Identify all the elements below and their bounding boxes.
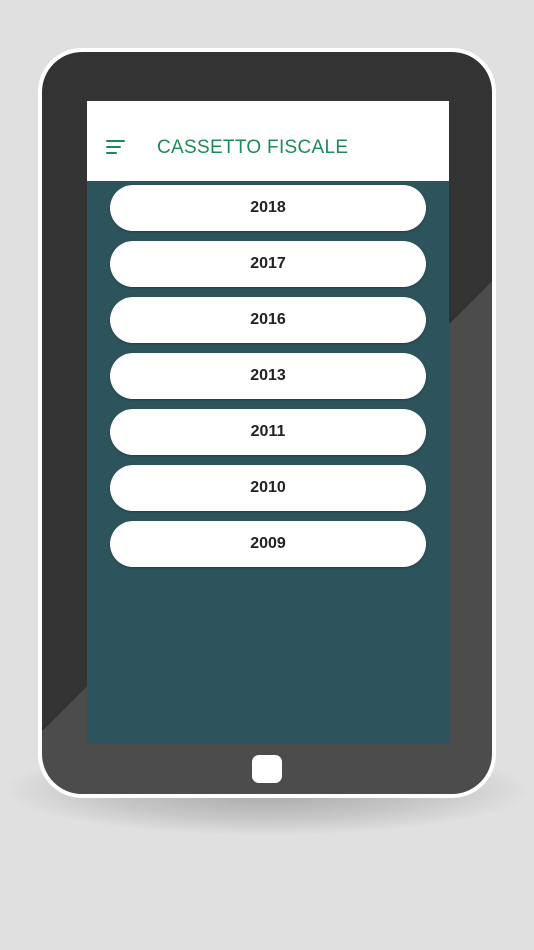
year-button-2013[interactable]: 2013 — [110, 353, 426, 399]
home-button[interactable] — [252, 755, 282, 783]
year-button-2016[interactable]: 2016 — [110, 297, 426, 343]
hamburger-menu-icon[interactable] — [106, 140, 125, 154]
app-title: CASSETTO FISCALE — [157, 137, 349, 158]
year-button-2018[interactable]: 2018 — [110, 185, 426, 231]
page: CASSETTO FISCALE 2018 2017 2016 2013 201… — [0, 0, 534, 950]
year-button-2009[interactable]: 2009 — [110, 521, 426, 567]
year-button-2011[interactable]: 2011 — [110, 409, 426, 455]
year-list: 2018 2017 2016 2013 2011 2010 2009 — [110, 185, 426, 577]
year-button-2017[interactable]: 2017 — [110, 241, 426, 287]
app-bar: CASSETTO FISCALE — [87, 101, 449, 181]
year-button-2010[interactable]: 2010 — [110, 465, 426, 511]
app-screen: CASSETTO FISCALE 2018 2017 2016 2013 201… — [87, 101, 449, 744]
